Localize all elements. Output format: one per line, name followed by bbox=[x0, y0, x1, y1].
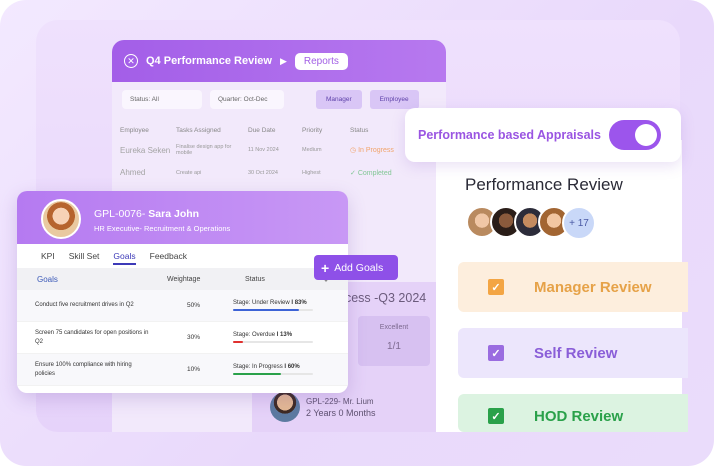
col-employee: Employee bbox=[120, 127, 149, 134]
tab-goals[interactable]: Goals bbox=[113, 251, 136, 265]
row-status-text: Completed bbox=[357, 169, 392, 177]
reports-header: ✕ Q4 Performance Review ▶ Reports bbox=[112, 40, 446, 82]
col-weightage: Weightage bbox=[167, 275, 201, 283]
tab-feedback[interactable]: Feedback bbox=[150, 251, 187, 268]
goals-table-header: Goals Weightage Status bbox=[17, 268, 348, 290]
row-status-text: In Progress bbox=[358, 147, 394, 154]
rating-value: 1/1 bbox=[387, 341, 401, 352]
goals-list: Conduct five recruitment drives in Q2 50… bbox=[17, 290, 348, 386]
manager-review-item[interactable]: ✓ Manager Review bbox=[458, 262, 688, 312]
checkbox-checked-icon[interactable]: ✓ bbox=[488, 345, 504, 361]
avatar bbox=[270, 392, 300, 422]
self-review-label: Self Review bbox=[534, 344, 618, 362]
row-status: ◷ In Progress bbox=[350, 147, 394, 154]
reports-table-header: Employee Tasks Assigned Due Date Priorit… bbox=[112, 117, 446, 138]
self-review-item[interactable]: ✓ Self Review bbox=[458, 328, 688, 378]
checkbox-checked-icon[interactable]: ✓ bbox=[488, 279, 504, 295]
goal-text: Ensure 100% compliance with hiring polic… bbox=[35, 361, 132, 377]
employee-card: GPL-0076- Sara John HR Executive- Recrui… bbox=[17, 191, 348, 393]
goal-stage: Stage: Under Review bbox=[233, 299, 290, 306]
employee-full-name: Sara John bbox=[148, 208, 200, 220]
col-due: Due Date bbox=[248, 127, 276, 134]
goal-percent: 83% bbox=[294, 299, 307, 306]
manager-review-label: Manager Review bbox=[534, 278, 652, 296]
row-status: ✓ Completed bbox=[350, 169, 392, 177]
col-priority: Priority bbox=[302, 127, 323, 134]
appraisal-toggle-card: Performance based Appraisals bbox=[405, 108, 681, 162]
goal-text: Screen 75 candidates for open positions … bbox=[35, 329, 149, 345]
manager-id: GPL-229- Mr. Lium bbox=[306, 396, 374, 406]
process-title: ocess -Q3 2024 bbox=[338, 291, 427, 305]
add-goals-label: Add Goals bbox=[334, 261, 384, 274]
table-row[interactable]: Screen 75 candidates for open positions … bbox=[17, 322, 348, 354]
row-due: 11 Nov 2024 bbox=[248, 147, 279, 153]
hod-review-label: HOD Review bbox=[534, 408, 624, 425]
row-employee: Eureka Seken bbox=[120, 145, 171, 155]
rating-label: Excellent bbox=[379, 324, 409, 331]
quarter-filter[interactable]: Quarter: Oct-Dec bbox=[210, 90, 284, 109]
goal-percent: 60% bbox=[287, 363, 300, 370]
performance-review-panel: Performance Review + 17 ✓ Manager Review… bbox=[436, 140, 688, 432]
status-filter[interactable]: Status: All bbox=[122, 90, 202, 109]
table-row[interactable]: Ensure 100% compliance with hiring polic… bbox=[17, 354, 348, 386]
more-count-badge[interactable]: + 17 bbox=[562, 206, 596, 240]
goal-status: Stage: In Progress I 60% bbox=[233, 364, 313, 376]
goal-status: Stage: Overdue I 13% bbox=[233, 332, 313, 344]
manager-tenure: 2 Years 0 Months bbox=[306, 407, 376, 418]
tab-reports[interactable]: Reports bbox=[294, 52, 348, 70]
col-goals: Goals bbox=[37, 274, 58, 284]
progress-bar bbox=[233, 340, 313, 344]
col-status: Status bbox=[350, 127, 369, 134]
rating-box: Excellent 1/1 bbox=[358, 316, 430, 366]
progress-bar bbox=[233, 308, 313, 312]
tab-kpi[interactable]: KPI bbox=[41, 251, 55, 268]
manager-button[interactable]: Manager bbox=[316, 90, 362, 109]
goal-weightage: 50% bbox=[187, 302, 201, 309]
row-employee: Ahmed bbox=[120, 168, 146, 177]
reports-title: Q4 Performance Review bbox=[146, 55, 272, 67]
employee-button[interactable]: Employee bbox=[369, 90, 419, 109]
manager-info: GPL-229- Mr. Lium 2 Years 0 Months bbox=[270, 392, 376, 422]
checkbox-checked-icon[interactable]: ✓ bbox=[488, 408, 504, 424]
goal-status: Stage: Under Review I 83% bbox=[233, 300, 313, 312]
goal-text: Conduct five recruitment drives in Q2 bbox=[35, 302, 134, 308]
progress-fill bbox=[233, 372, 281, 376]
filters-bar: Status: All Quarter: Oct-Dec Manager Emp… bbox=[112, 82, 446, 117]
toggle-knob bbox=[634, 124, 657, 146]
table-row[interactable]: Ahmed Create api 30 Oct 2024 Highest ✓ C… bbox=[112, 162, 446, 183]
add-goals-button[interactable]: + Add Goals bbox=[314, 255, 398, 280]
col-tasks: Tasks Assigned bbox=[176, 127, 221, 134]
hod-review-item[interactable]: ✓ HOD Review bbox=[458, 394, 688, 432]
employee-header: GPL-0076- Sara John HR Executive- Recrui… bbox=[17, 191, 348, 244]
close-icon[interactable]: ✕ bbox=[124, 54, 138, 68]
progress-bar bbox=[233, 372, 313, 376]
tab-skill-set[interactable]: Skill Set bbox=[69, 251, 100, 268]
goal-weightage: 30% bbox=[187, 334, 201, 341]
employee-name: GPL-0076- Sara John bbox=[94, 208, 199, 220]
goal-weightage: 10% bbox=[187, 366, 201, 373]
row-task: Create api bbox=[176, 169, 202, 176]
goal-stage: Stage: Overdue bbox=[233, 331, 276, 338]
row-priority: Highest bbox=[302, 169, 321, 176]
toggle-label: Performance based Appraisals bbox=[418, 128, 601, 142]
row-task: Finalise design app for mobile bbox=[176, 144, 232, 156]
chevron-right-icon: ▶ bbox=[279, 55, 287, 66]
progress-fill bbox=[233, 340, 244, 344]
row-priority: Medium bbox=[302, 147, 322, 153]
goal-percent: 13% bbox=[280, 331, 293, 338]
table-row[interactable]: Conduct five recruitment drives in Q2 50… bbox=[17, 290, 348, 322]
col-status: Status bbox=[245, 275, 265, 283]
employee-id: GPL-0076- bbox=[94, 208, 146, 220]
appraisal-toggle[interactable] bbox=[608, 120, 661, 150]
row-due: 30 Oct 2024 bbox=[248, 169, 278, 176]
progress-fill bbox=[233, 308, 300, 312]
employee-tabs: KPI Skill Set Goals Feedback bbox=[17, 244, 348, 268]
avatar bbox=[41, 199, 81, 239]
avatar-stack[interactable]: + 17 bbox=[466, 206, 596, 240]
goal-stage: Stage: In Progress bbox=[233, 363, 283, 370]
employee-role: HR Executive- Recruitment & Operations bbox=[94, 224, 231, 233]
table-row[interactable]: Eureka Seken Finalise design app for mob… bbox=[112, 138, 446, 162]
panel-title: Performance Review bbox=[465, 175, 623, 194]
plus-icon: + bbox=[321, 259, 330, 276]
